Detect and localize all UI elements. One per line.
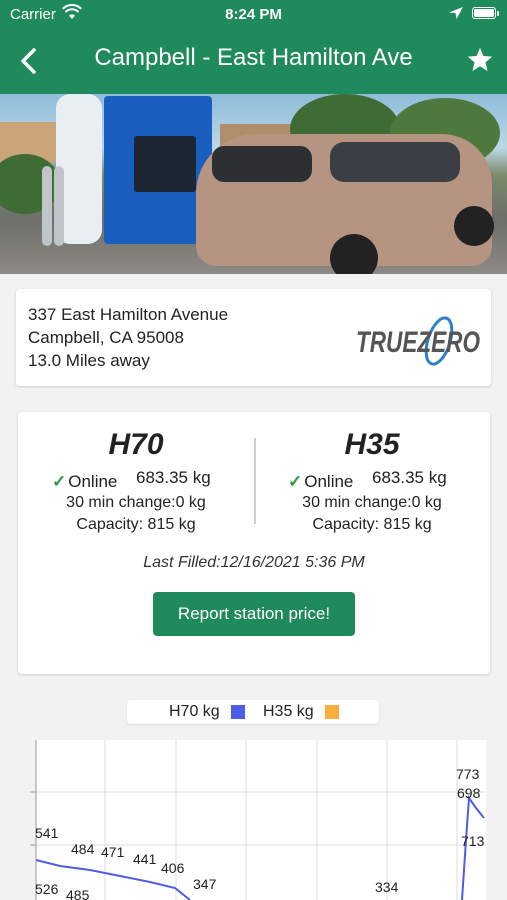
- h35-status: Online: [304, 472, 354, 491]
- legend-h70-label: H70 kg: [169, 703, 220, 720]
- chart-data-label: 698: [457, 785, 481, 801]
- street-address: 337 East Hamilton Avenue: [28, 305, 229, 324]
- h70-change: 30 min change:0 kg: [66, 494, 206, 511]
- chart-data-label: 526: [35, 881, 59, 897]
- battery-tip: [497, 11, 499, 16]
- chart-data-label: 334: [375, 879, 399, 895]
- legend-h70-swatch: [231, 705, 245, 719]
- photo-pump-screen: [134, 136, 196, 192]
- photo-car-window: [212, 146, 312, 182]
- chart-data-label: 713: [461, 833, 485, 849]
- h35-status-group: ✓ Online: [288, 472, 353, 492]
- svg-text:TRUEZERO: TRUEZERO: [356, 326, 480, 359]
- h70-grade: H70: [108, 428, 164, 461]
- favorite-star-icon[interactable]: [466, 46, 494, 74]
- last-filled: Last Filled:12/16/2021 5:36 PM: [143, 554, 365, 571]
- battery-icon: [472, 7, 496, 19]
- chart-legend: H70 kg H35 kg: [127, 700, 379, 724]
- chart-data-label: 485: [66, 887, 90, 900]
- report-price-button[interactable]: Report station price!: [153, 592, 355, 636]
- clock: 8:24 PM: [225, 6, 282, 23]
- h35-capacity: Capacity: 815 kg: [312, 516, 432, 533]
- city-address: Campbell, CA 95008: [28, 328, 184, 347]
- h70-capacity: Capacity: 815 kg: [76, 516, 196, 533]
- h35-online-row: ✓ Online 683.35 kg: [254, 468, 490, 492]
- photo-wheel: [454, 206, 494, 246]
- chart-data-label: 347: [193, 876, 217, 892]
- h70-column: H70 ✓ Online 683.35 kg 30 min change:0 kg…: [18, 412, 254, 534]
- truezero-logo: TRUEZERO: [356, 316, 480, 366]
- status-bar: Carrier 8:24 PM: [0, 0, 507, 28]
- h35-column: H35 ✓ Online 683.35 kg 30 min change:0 kg…: [254, 412, 490, 534]
- chart-data-label: 406: [161, 860, 185, 876]
- h35-grade: H35: [344, 428, 400, 461]
- address-card: 337 East Hamilton Avenue Campbell, CA 95…: [16, 289, 491, 386]
- distance-label: 13.0 Miles away: [28, 351, 150, 370]
- photo-car-window: [330, 142, 460, 182]
- station-photo: [0, 94, 507, 274]
- chart-data-label: 773: [456, 766, 480, 782]
- station-status-card: H70 ✓ Online 683.35 kg 30 min change:0 kg…: [18, 412, 490, 674]
- check-icon: ✓: [288, 472, 303, 491]
- chart-data-label: 471: [101, 844, 125, 860]
- check-icon: ✓: [52, 472, 67, 491]
- legend-h35-swatch: [325, 705, 339, 719]
- photo-bollard: [42, 166, 52, 246]
- h70-online-row: ✓ Online 683.35 kg: [18, 468, 254, 492]
- chart-plot-area: [36, 740, 486, 900]
- h70-amount: 683.35 kg: [136, 468, 211, 487]
- photo-wheel: [330, 234, 378, 274]
- h70-status: Online: [68, 472, 118, 491]
- legend-h35-label: H35 kg: [263, 703, 314, 720]
- chart-data-label: 484: [71, 841, 95, 857]
- chart-data-label: 441: [133, 851, 157, 867]
- h35-change: 30 min change:0 kg: [302, 494, 442, 511]
- h70-status-group: ✓ Online: [52, 472, 117, 492]
- inventory-chart: 541 526 484 485 471 441406 347 334 773 698 713: [30, 740, 486, 900]
- chart-data-label: 541: [35, 825, 59, 841]
- page-title: Campbell - East Hamilton Ave: [94, 44, 413, 71]
- location-arrow-icon: [449, 7, 463, 19]
- photo-bollard: [54, 166, 64, 246]
- h35-amount: 683.35 kg: [372, 468, 447, 487]
- header: Carrier 8:24 PM Campbell - East Hamilton…: [0, 0, 507, 94]
